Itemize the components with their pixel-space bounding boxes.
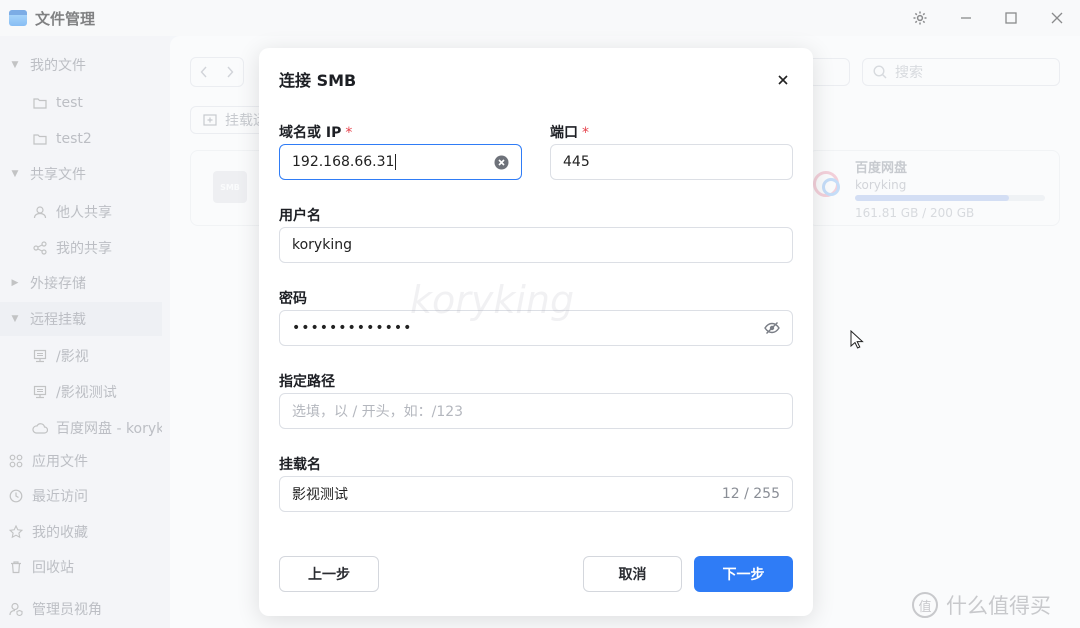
host-value: 192.168.66.31 [292, 154, 395, 170]
connect-smb-dialog: 连接 SMB 域名或 IP * 192.168.66.31 端口 * 445 用户名… [259, 48, 813, 616]
port-label: 端口 * [550, 122, 589, 142]
username-input[interactable]: koryking [279, 227, 793, 263]
char-counter: 12 / 255 [721, 486, 780, 502]
site-watermark: 值 什么值得买 [912, 590, 1051, 620]
mount-name-label: 挂载名 [279, 457, 321, 473]
port-value: 445 [563, 154, 590, 170]
path-input[interactable]: 选填，以 / 开头，如：/123 [279, 393, 793, 429]
host-input[interactable]: 192.168.66.31 [279, 144, 522, 180]
next-step-button[interactable]: 下一步 [694, 556, 793, 592]
username-value: koryking [292, 237, 352, 253]
toggle-password-visibility-button[interactable] [764, 311, 780, 345]
dialog-title: 连接 SMB [279, 71, 357, 90]
password-value: ••••••••••••• [292, 320, 413, 336]
required-mark: * [345, 125, 353, 141]
username-label: 用户名 [279, 208, 321, 224]
required-mark: * [582, 125, 589, 141]
path-label: 指定路径 [279, 374, 335, 390]
path-placeholder: 选填，以 / 开头，如：/123 [292, 404, 464, 420]
cancel-button[interactable]: 取消 [583, 556, 682, 592]
mouse-cursor-icon [850, 329, 864, 354]
port-input[interactable]: 445 [550, 144, 793, 180]
password-label: 密码 [279, 291, 307, 307]
host-label-text: 域名或 IP [279, 125, 342, 141]
dialog-close-button[interactable] [772, 69, 794, 91]
host-label: 域名或 IP * [279, 122, 352, 142]
mount-name-value: 影视测试 [292, 487, 348, 503]
mount-name-input[interactable]: 影视测试 12 / 255 [279, 476, 793, 512]
text-caret [395, 154, 397, 170]
close-icon [778, 75, 788, 85]
site-name: 什么值得买 [946, 594, 1051, 618]
eye-off-icon [764, 322, 780, 334]
prev-step-button[interactable]: 上一步 [279, 556, 379, 592]
port-label-text: 端口 [550, 125, 578, 141]
watermark-text: koryking [410, 278, 575, 322]
clear-circle-icon [494, 155, 509, 169]
site-logo-icon: 值 [912, 592, 938, 618]
clear-host-button[interactable] [494, 145, 509, 179]
